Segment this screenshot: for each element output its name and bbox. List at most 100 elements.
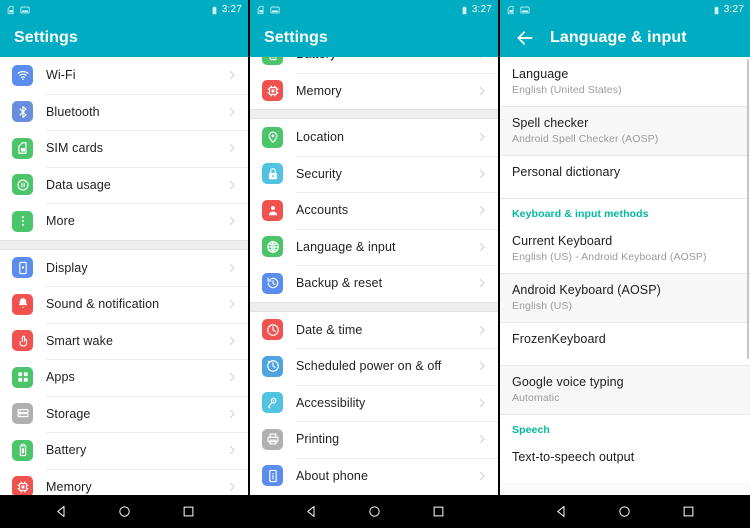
info-icon: [262, 465, 283, 487]
settings-row[interactable]: Data usage: [0, 166, 248, 203]
clock-icon: [262, 319, 283, 341]
settings-row[interactable]: Accessibility: [250, 384, 498, 421]
settings-row[interactable]: Display: [0, 249, 248, 286]
settings-list-2[interactable]: Battery Memory Location Security Accounts Lan…: [250, 57, 498, 495]
home-nav-icon[interactable]: [612, 499, 638, 525]
language-input-row[interactable]: Text-to-speech output: [500, 440, 750, 483]
settings-row[interactable]: Backup & reset: [250, 265, 498, 302]
scheduled-power-icon: [262, 355, 283, 377]
back-nav-icon[interactable]: [49, 499, 75, 525]
status-bar-time: 3:27: [723, 4, 744, 15]
settings-row[interactable]: Printing: [250, 421, 498, 458]
chevron-right-icon: [476, 131, 488, 143]
settings-row[interactable]: SIM cards: [0, 130, 248, 167]
recents-nav-icon[interactable]: [675, 499, 701, 525]
settings-row-label: Memory: [296, 83, 342, 98]
settings-row[interactable]: Battery: [250, 57, 498, 73]
language-input-row-subtitle: English (US): [512, 300, 573, 312]
chevron-right-icon: [476, 277, 488, 289]
language-input-row[interactable]: Current Keyboard English (US) - Android K…: [500, 224, 750, 273]
settings-row-label: Backup & reset: [296, 276, 383, 291]
chevron-right-icon: [476, 397, 488, 409]
more-dots-icon: [12, 210, 33, 232]
settings-row[interactable]: Scheduled power on & off: [250, 348, 498, 385]
settings-row[interactable]: Memory: [250, 72, 498, 109]
chevron-right-icon: [476, 85, 488, 97]
chevron-right-icon: [226, 69, 238, 81]
settings-row[interactable]: Date & time: [250, 311, 498, 348]
settings-row[interactable]: Battery: [0, 432, 248, 469]
recents-nav-icon[interactable]: [175, 499, 201, 525]
chevron-right-icon: [476, 57, 488, 60]
language-input-row[interactable]: Language English (United States): [500, 57, 750, 106]
settings-row[interactable]: Memory: [0, 468, 248, 495]
status-bar-left-icons: [6, 5, 30, 15]
settings-row[interactable]: Language & input: [250, 228, 498, 265]
settings-row[interactable]: Wi-Fi: [0, 57, 248, 94]
nav-group-3: [500, 495, 750, 528]
settings-row-label: Date & time: [296, 322, 363, 337]
settings-panel-1: 3:27 Settings Wi-Fi Bluetooth SIM cards Dat…: [0, 0, 248, 495]
settings-row[interactable]: Accounts: [250, 192, 498, 229]
back-nav-icon[interactable]: [299, 499, 325, 525]
row-spacer: [512, 465, 736, 474]
settings-row-label: Storage: [46, 406, 91, 421]
screenshot-icon: [20, 5, 30, 15]
section-divider: [250, 109, 498, 119]
settings-row[interactable]: Apps: [0, 359, 248, 396]
screenshot-icon: [270, 5, 280, 15]
apps-grid-icon: [12, 366, 33, 388]
settings-row[interactable]: Security: [250, 155, 498, 192]
row-spacer: [512, 180, 736, 189]
settings-row[interactable]: Storage: [0, 395, 248, 432]
battery-icon: [262, 57, 283, 65]
settings-row[interactable]: About phone: [250, 457, 498, 494]
status-bar-time: 3:27: [471, 4, 492, 15]
page-title-2: Settings: [264, 29, 328, 46]
back-nav-icon[interactable]: [549, 499, 575, 525]
backup-restore-icon: [262, 272, 283, 294]
language-input-row[interactable]: Google voice typing Automatic: [500, 365, 750, 414]
home-nav-icon[interactable]: [362, 499, 388, 525]
settings-row-label: Battery: [46, 443, 87, 458]
chevron-right-icon: [476, 360, 488, 372]
settings-row-label: Bluetooth: [46, 104, 100, 119]
settings-row[interactable]: Location: [250, 119, 498, 156]
battery-icon: [712, 5, 722, 15]
section-header: Keyboard & input methods: [500, 198, 750, 224]
language-input-list[interactable]: Language English (United States) Spell che…: [500, 57, 750, 495]
chevron-right-icon: [226, 335, 238, 347]
language-input-row-subtitle: Android Spell Checker (AOSP): [512, 133, 659, 145]
settings-row-label: Printing: [296, 432, 340, 447]
settings-row[interactable]: More: [0, 203, 248, 240]
language-input-row[interactable]: FrozenKeyboard: [500, 322, 750, 365]
app-bar-settings-2: Settings: [250, 19, 498, 57]
account-icon: [262, 199, 283, 221]
settings-row-label: Scheduled power on & off: [296, 359, 442, 374]
display-icon: [12, 257, 33, 279]
accessibility-icon: [262, 392, 283, 414]
settings-list-1[interactable]: Wi-Fi Bluetooth SIM cards Data usage More Dis…: [0, 57, 248, 495]
printer-icon: [262, 428, 283, 450]
page-title: Settings: [14, 29, 78, 46]
section-divider: [0, 239, 248, 250]
navigation-bar: [0, 495, 750, 528]
language-input-row[interactable]: Spell checker Android Spell Checker (AOSP…: [500, 106, 750, 155]
recents-nav-icon[interactable]: [425, 499, 451, 525]
language-input-row[interactable]: Personal dictionary: [500, 155, 750, 198]
smart-wake-icon: [12, 330, 33, 352]
back-arrow-icon[interactable]: [510, 23, 540, 53]
chevron-right-icon: [226, 481, 238, 493]
settings-row[interactable]: Bluetooth: [0, 93, 248, 130]
language-input-row-title: Current Keyboard: [512, 234, 613, 248]
status-bar: 3:27: [0, 0, 248, 19]
language-input-row[interactable]: Android Keyboard (AOSP) English (US): [500, 273, 750, 322]
settings-row[interactable]: Sound & notification: [0, 286, 248, 323]
settings-row-label: About phone: [296, 468, 368, 483]
globe-icon: [262, 236, 283, 258]
home-nav-icon[interactable]: [112, 499, 138, 525]
settings-row[interactable]: Smart wake: [0, 322, 248, 359]
scrollbar[interactable]: [747, 59, 749, 359]
settings-row-label: Security: [296, 166, 342, 181]
settings-panel-2: 3:27 Settings Battery Memory Location Secur…: [250, 0, 498, 495]
